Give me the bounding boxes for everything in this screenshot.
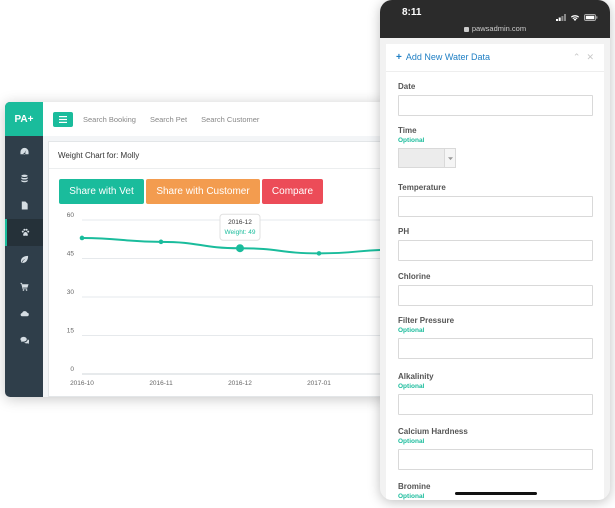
ph-input[interactable]	[398, 240, 593, 261]
optional-tag: Optional	[398, 438, 425, 445]
hamburger-icon	[59, 115, 67, 123]
y-tick-label: 30	[67, 289, 75, 296]
y-tick-label: 0	[70, 366, 74, 373]
weight-line-chart: 0 15 30 45 60 2016-10 2016-11 2016-12 2017-01 201…	[67, 212, 390, 387]
bromine-field: Bromine Optional	[398, 482, 593, 500]
comments-icon[interactable]	[5, 327, 43, 354]
weight-chart-card: Weight Chart for: Molly Share with Vet S…	[48, 141, 390, 397]
field-label: Date	[398, 82, 416, 91]
time-field: Time Optional	[398, 126, 593, 168]
sidebar: PA+	[5, 102, 43, 397]
address-bar[interactable]: pawsadmin.com	[380, 24, 610, 33]
phone-mockup: 8:11 pawsadmin.com + Add New Water Data …	[380, 0, 610, 500]
lock-icon	[463, 26, 469, 32]
app-logo[interactable]: PA+	[5, 102, 43, 136]
field-label: Temperature	[398, 183, 446, 192]
database-icon[interactable]	[5, 165, 43, 192]
field-label: Calcium Hardness	[398, 427, 468, 436]
alkalinity-input[interactable]	[398, 394, 593, 415]
cart-icon[interactable]	[5, 273, 43, 300]
chevron-down-icon	[447, 156, 453, 160]
main-content: Weight Chart for: Molly Share with Vet S…	[43, 136, 390, 397]
dashboard-icon[interactable]	[5, 138, 43, 165]
date-input[interactable]	[398, 95, 593, 116]
ph-field: PH	[398, 227, 593, 261]
optional-tag: Optional	[398, 327, 425, 334]
plus-icon: +	[396, 52, 402, 63]
tooltip-title: 2016-12	[228, 219, 252, 226]
url-text: pawsadmin.com	[471, 24, 527, 33]
date-field: Date	[398, 82, 593, 116]
field-label: PH	[398, 227, 410, 236]
search-customer-link[interactable]: Search Customer	[201, 115, 259, 124]
filter-pressure-field: Filter Pressure Optional	[398, 316, 593, 359]
close-icon[interactable]: ✕	[586, 52, 594, 63]
clock-time: 8:11	[402, 7, 422, 18]
chlorine-input[interactable]	[398, 285, 593, 306]
filter-pressure-input[interactable]	[398, 338, 593, 359]
data-point	[158, 239, 164, 245]
search-booking-link[interactable]: Search Booking	[83, 115, 136, 124]
desktop-window: PA+ Search Booking Search Pet Search Cus…	[5, 102, 390, 397]
field-label: Time	[398, 126, 417, 135]
leaf-icon[interactable]	[5, 246, 43, 273]
form-title[interactable]: + Add New Water Data	[396, 52, 567, 63]
optional-tag: Optional	[398, 383, 425, 390]
data-point	[316, 251, 322, 256]
x-tick-label: 2016-11	[149, 380, 173, 387]
temperature-input[interactable]	[398, 196, 593, 217]
search-pet-link[interactable]: Search Pet	[150, 115, 187, 124]
x-tick-label: 2016-10	[70, 380, 94, 387]
tooltip-value: Weight: 49	[225, 229, 256, 236]
temperature-field: Temperature	[398, 183, 593, 217]
alkalinity-field: Alkalinity Optional	[398, 372, 593, 415]
document-icon[interactable]	[5, 192, 43, 219]
field-label: Chlorine	[398, 272, 431, 281]
collapse-chevron-icon[interactable]: ⌃	[573, 52, 581, 63]
optional-tag: Optional	[398, 137, 425, 144]
field-label: Filter Pressure	[398, 316, 455, 325]
form-header: + Add New Water Data ⌃ ✕	[386, 44, 604, 72]
chlorine-field: Chlorine	[398, 272, 593, 306]
y-tick-label: 45	[67, 251, 75, 258]
data-point	[236, 244, 244, 253]
field-label: Bromine	[398, 482, 431, 491]
water-data-form: + Add New Water Data ⌃ ✕ Date Time Optio…	[386, 44, 604, 500]
time-select[interactable]	[398, 148, 456, 168]
calcium-hardness-field: Calcium Hardness Optional	[398, 427, 593, 470]
paw-icon[interactable]	[5, 219, 43, 246]
x-tick-label: 2016-12	[228, 380, 252, 387]
form-title-text: Add New Water Data	[405, 52, 491, 62]
data-point	[79, 235, 85, 241]
home-indicator	[455, 492, 537, 495]
menu-toggle-button[interactable]	[53, 111, 73, 127]
y-tick-label: 15	[67, 328, 75, 335]
top-bar: Search Booking Search Pet Search Custome…	[43, 102, 390, 136]
cloud-icon[interactable]	[5, 300, 43, 327]
calcium-hardness-input[interactable]	[398, 449, 593, 470]
field-label: Alkalinity	[398, 372, 434, 381]
y-tick-label: 60	[67, 212, 75, 219]
x-tick-label: 2017-01	[307, 380, 331, 387]
tooltip-box	[219, 213, 261, 241]
phone-status-bar: 8:11 pawsadmin.com	[380, 0, 610, 38]
